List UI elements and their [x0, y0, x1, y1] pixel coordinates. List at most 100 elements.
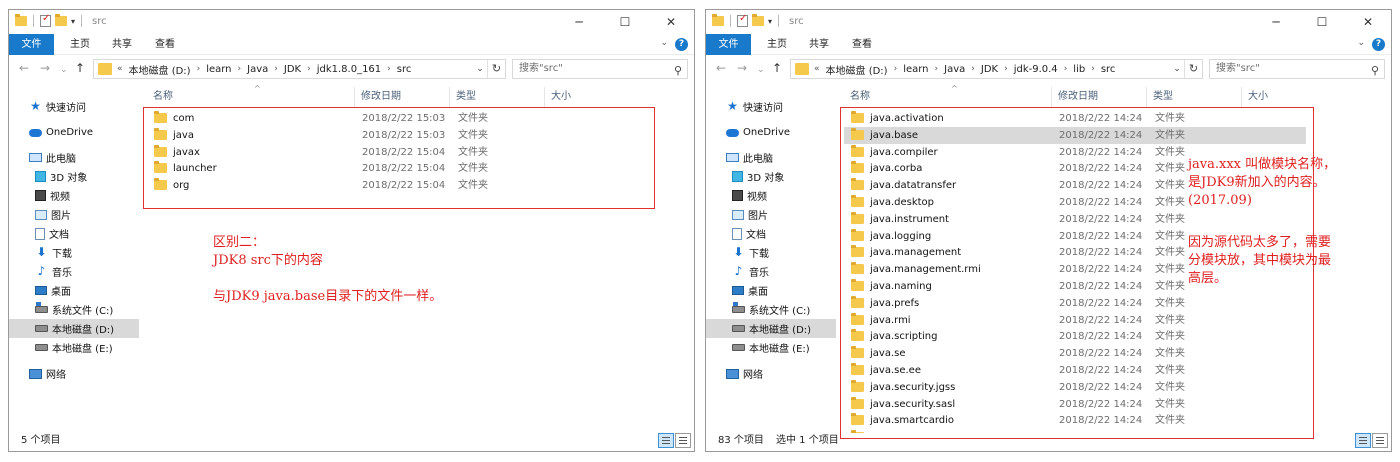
sidebar-item-3[interactable]: 3D 对象 — [706, 167, 836, 186]
details-view-button[interactable] — [1355, 433, 1371, 448]
address-dropdown-icon[interactable]: ⌄ — [473, 64, 487, 74]
recent-locations-icon[interactable]: ⌄ — [757, 63, 765, 77]
column-header-2[interactable]: 类型 — [449, 87, 544, 107]
search-input[interactable]: 搜索"src" ⚲ — [1209, 59, 1385, 79]
sidebar-item-2[interactable]: 此电脑 — [9, 148, 139, 167]
sidebar-item-4[interactable]: 视频 — [706, 186, 836, 205]
sidebar-item-6[interactable]: 文档 — [9, 224, 139, 243]
breadcrumb-separator-icon[interactable]: › — [894, 64, 898, 74]
breadcrumb-item[interactable]: 本地磁盘 (D:) — [826, 62, 888, 77]
overflow-icon[interactable]: « — [814, 64, 820, 74]
ribbon-tab-0[interactable]: 文件 — [706, 34, 751, 55]
new-folder-icon[interactable] — [55, 14, 67, 26]
breadcrumb-item[interactable]: 本地磁盘 (D:) — [129, 62, 191, 77]
breadcrumb-separator-icon[interactable]: › — [274, 64, 278, 74]
search-icon[interactable]: ⚲ — [674, 62, 682, 80]
breadcrumb-item[interactable]: Java — [247, 64, 268, 75]
new-folder-icon[interactable] — [752, 14, 764, 26]
breadcrumb-separator-icon[interactable]: › — [387, 64, 391, 74]
folder-icon[interactable] — [15, 14, 27, 26]
help-icon[interactable]: ? — [1372, 38, 1385, 51]
sidebar-item-11[interactable]: 本地磁盘 (D:) — [9, 319, 139, 338]
help-icon[interactable]: ? — [675, 38, 688, 51]
ribbon-tab-2[interactable]: 共享 — [799, 34, 839, 55]
sidebar-item-5[interactable]: 图片 — [706, 205, 836, 224]
file-row[interactable]: java.base 2018/2/22 14:24 文件夹 — [844, 126, 1306, 144]
address-bar[interactable]: « 本地磁盘 (D:) › learn › Java › JDK › jdk-9.0.4 › lib ›… — [790, 59, 1203, 79]
breadcrumb-separator-icon[interactable]: › — [1064, 64, 1068, 74]
column-header-0[interactable]: 名称 — [147, 87, 354, 107]
sidebar-item-12[interactable]: 本地磁盘 (E:) — [706, 338, 836, 357]
minimize-button[interactable]: ─ — [556, 10, 602, 34]
file-row[interactable]: java.scripting 2018/2/22 14:24 文件夹 — [844, 328, 1306, 345]
sidebar-item-1[interactable]: OneDrive — [9, 123, 139, 142]
file-row[interactable]: java.prefs 2018/2/22 14:24 文件夹 — [844, 295, 1306, 312]
sidebar-item-4[interactable]: 视频 — [9, 186, 139, 205]
forward-icon[interactable]: → — [40, 61, 50, 75]
breadcrumb-item[interactable]: JDK — [981, 64, 998, 75]
folder-icon[interactable] — [712, 14, 724, 26]
file-row[interactable]: launcher 2018/2/22 15:04 文件夹 — [147, 160, 652, 177]
column-header-1[interactable]: 修改日期 — [354, 87, 449, 107]
refresh-icon[interactable]: ↻ — [487, 60, 505, 78]
file-row[interactable]: java.rmi 2018/2/22 14:24 文件夹 — [844, 312, 1306, 329]
minimize-button[interactable]: ─ — [1253, 10, 1299, 34]
file-row[interactable]: java.instrument 2018/2/22 14:24 文件夹 — [844, 211, 1306, 228]
up-icon[interactable]: ↑ — [75, 61, 85, 75]
column-header-0[interactable]: 名称 — [844, 87, 1051, 107]
refresh-icon[interactable]: ↻ — [1184, 60, 1202, 78]
breadcrumb-item[interactable]: learn — [206, 64, 231, 75]
sidebar-item-6[interactable]: 文档 — [706, 224, 836, 243]
column-header-3[interactable]: 大小 — [1241, 87, 1301, 107]
sidebar-item-8[interactable]: ♪ 音乐 — [9, 262, 139, 281]
ribbon-tab-1[interactable]: 主页 — [757, 34, 797, 55]
breadcrumb-separator-icon[interactable]: › — [1004, 64, 1008, 74]
properties-icon[interactable] — [40, 13, 51, 27]
address-bar[interactable]: « 本地磁盘 (D:) › learn › Java › JDK › jdk1.8.0_161 › s… — [93, 59, 506, 79]
sidebar-item-13[interactable]: 网络 — [9, 364, 139, 383]
up-icon[interactable]: ↑ — [772, 61, 782, 75]
sidebar-item-12[interactable]: 本地磁盘 (E:) — [9, 338, 139, 357]
sidebar-item-1[interactable]: OneDrive — [706, 123, 836, 142]
sidebar-item-13[interactable]: 网络 — [706, 364, 836, 383]
file-row[interactable]: java.security.sasl 2018/2/22 14:24 文件夹 — [844, 396, 1306, 413]
close-button[interactable]: ✕ — [648, 10, 694, 34]
file-row[interactable]: javax 2018/2/22 15:04 文件夹 — [147, 144, 652, 161]
forward-icon[interactable]: → — [737, 61, 747, 75]
file-row[interactable]: org 2018/2/22 15:04 文件夹 — [147, 177, 652, 194]
column-header-1[interactable]: 修改日期 — [1051, 87, 1146, 107]
ribbon-tab-2[interactable]: 共享 — [102, 34, 142, 55]
column-header-2[interactable]: 类型 — [1146, 87, 1241, 107]
breadcrumb-item[interactable]: src — [1101, 64, 1116, 75]
file-row[interactable]: java.smartcardio 2018/2/22 14:24 文件夹 — [844, 412, 1306, 429]
sidebar-item-10[interactable]: 系统文件 (C:) — [9, 300, 139, 319]
address-dropdown-icon[interactable]: ⌄ — [1170, 64, 1184, 74]
sidebar-item-7[interactable]: ⬇ 下载 — [706, 243, 836, 262]
close-button[interactable]: ✕ — [1345, 10, 1391, 34]
back-icon[interactable]: ← — [716, 61, 726, 75]
sidebar-item-10[interactable]: 系统文件 (C:) — [706, 300, 836, 319]
sidebar-item-2[interactable]: 此电脑 — [706, 148, 836, 167]
breadcrumb-separator-icon[interactable]: › — [197, 64, 201, 74]
file-row[interactable]: java.se 2018/2/22 14:24 文件夹 — [844, 345, 1306, 362]
file-row[interactable]: java.se.ee 2018/2/22 14:24 文件夹 — [844, 362, 1306, 379]
customize-toolbar-icon[interactable]: ▾ — [71, 17, 75, 26]
ribbon-tab-3[interactable]: 查看 — [842, 34, 882, 55]
breadcrumb-item[interactable]: jdk-9.0.4 — [1014, 64, 1058, 75]
customize-toolbar-icon[interactable]: ▾ — [768, 17, 772, 26]
file-row[interactable]: com 2018/2/22 15:03 文件夹 — [147, 110, 652, 127]
search-input[interactable]: 搜索"src" ⚲ — [512, 59, 688, 79]
sidebar-item-3[interactable]: 3D 对象 — [9, 167, 139, 186]
breadcrumb-item[interactable]: src — [397, 64, 412, 75]
ribbon-expand-icon[interactable]: ⌄ — [1357, 38, 1365, 48]
details-view-button[interactable] — [658, 433, 674, 448]
sidebar-item-5[interactable]: 图片 — [9, 205, 139, 224]
recent-locations-icon[interactable]: ⌄ — [60, 63, 68, 77]
breadcrumb-item[interactable]: learn — [903, 64, 928, 75]
file-row[interactable]: java.security.jgss 2018/2/22 14:24 文件夹 — [844, 379, 1306, 396]
breadcrumb-item[interactable]: JDK — [284, 64, 301, 75]
search-icon[interactable]: ⚲ — [1371, 62, 1379, 80]
ribbon-expand-icon[interactable]: ⌄ — [660, 38, 668, 48]
breadcrumb-item[interactable]: lib — [1073, 64, 1085, 75]
back-icon[interactable]: ← — [19, 61, 29, 75]
